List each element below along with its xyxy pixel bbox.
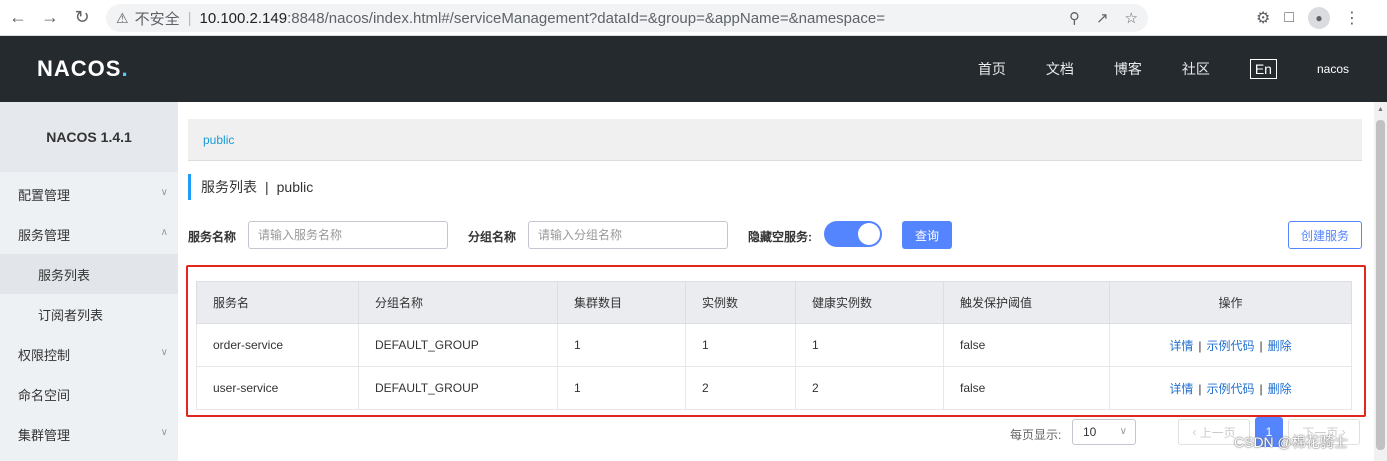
- extensions-icon[interactable]: ⚙: [1256, 8, 1270, 28]
- cell-cluster-count: 1: [557, 366, 686, 410]
- profile-avatar-icon[interactable]: ●: [1308, 7, 1331, 29]
- group-name-label: 分组名称: [468, 230, 517, 244]
- cell-actions: 详情 | 示例代码 | 删除: [1109, 323, 1352, 367]
- url-host: 10.100.2.149: [199, 9, 288, 27]
- cell-instance-count: 2: [685, 366, 796, 410]
- nacos-logo[interactable]: NACOS.: [37, 56, 129, 82]
- nav-blog[interactable]: 博客: [1114, 59, 1142, 79]
- app-header: NACOS. 首页 文档 博客 社区 En nacos: [0, 36, 1387, 102]
- nav-community[interactable]: 社区: [1182, 59, 1210, 79]
- top-nav: 首页 文档 博客 社区 En nacos: [978, 36, 1387, 102]
- sidebar-item-service[interactable]: 服务管理 ∧: [0, 214, 178, 254]
- chevron-down-icon: ∨: [160, 187, 168, 198]
- col-healthy-count: 健康实例数: [795, 281, 944, 324]
- scroll-thumb[interactable]: [1376, 120, 1385, 450]
- forward-icon[interactable]: →: [36, 4, 64, 32]
- cell-group-name: DEFAULT_GROUP: [358, 323, 558, 367]
- address-bar[interactable]: ⚠ 不安全 | 10.100.2.149 :8848/nacos/index.h…: [106, 4, 1148, 32]
- col-actions: 操作: [1109, 281, 1352, 324]
- filter-bar: 服务名称 分组名称 隐藏空服务: 查询 创建服务: [188, 221, 1362, 251]
- sidebar-item-service-list[interactable]: 服务列表: [0, 254, 178, 294]
- toggle-knob: [858, 223, 880, 245]
- nav-docs[interactable]: 文档: [1046, 59, 1074, 79]
- service-table: 服务名 分组名称 集群数目 实例数 健康实例数 触发保护阈值 操作 order-…: [196, 281, 1352, 410]
- back-icon[interactable]: ←: [4, 4, 32, 32]
- nav-home[interactable]: 首页: [978, 59, 1006, 79]
- sidebar-item-config[interactable]: 配置管理 ∨: [0, 174, 178, 214]
- bookmark-star-icon[interactable]: ☆: [1125, 9, 1138, 27]
- cell-actions: 详情 | 示例代码 | 删除: [1109, 366, 1352, 410]
- menu-kebab-icon[interactable]: ⋮: [1344, 8, 1360, 28]
- sidebar-item-cluster[interactable]: 集群管理 ∨: [0, 414, 178, 454]
- detail-link[interactable]: 详情: [1169, 382, 1193, 396]
- cell-healthy-count: 1: [795, 323, 944, 367]
- user-name[interactable]: nacos: [1317, 62, 1349, 76]
- hide-empty-toggle[interactable]: [824, 221, 882, 247]
- chevron-down-icon: ∨: [160, 347, 168, 358]
- address-separator: |: [187, 9, 192, 27]
- service-name-label: 服务名称: [188, 230, 237, 244]
- insecure-label: 不安全: [134, 10, 180, 28]
- page-size-label: 每页显示:: [1010, 428, 1062, 442]
- cell-service-name: order-service: [196, 323, 359, 367]
- service-name-input[interactable]: [248, 221, 448, 249]
- cell-instance-count: 1: [685, 323, 796, 367]
- hide-empty-label: 隐藏空服务:: [748, 230, 812, 244]
- namespace-public-link[interactable]: public: [203, 133, 234, 147]
- language-switch[interactable]: En: [1249, 59, 1277, 79]
- sidebar-item-subscriber-list[interactable]: 订阅者列表: [0, 294, 178, 334]
- chevron-down-icon: ∨: [1119, 426, 1127, 437]
- cell-group-name: DEFAULT_GROUP: [358, 366, 558, 410]
- sidebar-item-permission[interactable]: 权限控制 ∨: [0, 334, 178, 374]
- table-row: user-service DEFAULT_GROUP 1 2 2 false 详…: [196, 366, 1352, 410]
- namespace-breadcrumb: public: [188, 119, 1362, 161]
- cell-service-name: user-service: [196, 366, 359, 410]
- col-group-name: 分组名称: [358, 281, 558, 324]
- scroll-up-icon[interactable]: ▲: [1377, 106, 1384, 113]
- col-cluster-count: 集群数目: [557, 281, 686, 324]
- group-name-input[interactable]: [528, 221, 728, 249]
- delete-link[interactable]: 删除: [1268, 382, 1292, 396]
- col-protect-threshold: 触发保护阈值: [943, 281, 1110, 324]
- chevron-up-icon: ∧: [160, 227, 168, 238]
- service-table-highlight: 服务名 分组名称 集群数目 实例数 健康实例数 触发保护阈值 操作 order-…: [186, 265, 1366, 417]
- page-size-select[interactable]: 10 ∨: [1072, 419, 1136, 445]
- key-icon[interactable]: ⚲: [1069, 9, 1080, 27]
- create-service-button[interactable]: 创建服务: [1288, 221, 1362, 249]
- share-icon[interactable]: ↗: [1096, 9, 1109, 27]
- cell-protect-threshold: false: [943, 323, 1110, 367]
- warning-icon: ⚠: [116, 9, 129, 26]
- table-header-row: 服务名 分组名称 集群数目 实例数 健康实例数 触发保护阈值 操作: [196, 281, 1352, 324]
- sidebar-item-namespace[interactable]: 命名空间: [0, 374, 178, 414]
- cell-cluster-count: 1: [557, 323, 686, 367]
- main-content: public 服务列表 | public 服务名称 分组名称 隐藏空服务: 查询…: [186, 102, 1366, 461]
- sidebar-title: NACOS 1.4.1: [0, 102, 178, 172]
- chevron-left-icon: ‹: [1192, 425, 1200, 439]
- page-title: 服务列表 | public: [188, 174, 313, 200]
- csdn-watermark: CSDN @棉花骑士: [1234, 434, 1348, 450]
- table-row: order-service DEFAULT_GROUP 1 1 1 false …: [196, 323, 1352, 367]
- page-scrollbar[interactable]: ▲: [1374, 102, 1387, 461]
- query-button[interactable]: 查询: [902, 221, 952, 249]
- pagination: 每页显示: 10 ∨ ‹ 上一页 1 下一页 ›: [188, 417, 1362, 447]
- col-service-name: 服务名: [196, 281, 359, 324]
- browser-toolbar: ← → ↻ ⚠ 不安全 | 10.100.2.149 :8848/nacos/i…: [0, 0, 1387, 36]
- sidebar: NACOS 1.4.1 配置管理 ∨ 服务管理 ∧ 服务列表 订阅者列表 权限控…: [0, 102, 178, 461]
- cell-protect-threshold: false: [943, 366, 1110, 410]
- url-path: :8848/nacos/index.html#/serviceManagemen…: [287, 9, 885, 27]
- delete-link[interactable]: 删除: [1268, 339, 1292, 353]
- col-instance-count: 实例数: [685, 281, 796, 324]
- chevron-down-icon: ∨: [160, 427, 168, 438]
- detail-link[interactable]: 详情: [1169, 339, 1193, 353]
- sample-code-link[interactable]: 示例代码: [1206, 339, 1254, 353]
- side-panel-icon[interactable]: □: [1284, 9, 1294, 27]
- reload-icon[interactable]: ↻: [68, 4, 96, 32]
- sample-code-link[interactable]: 示例代码: [1206, 382, 1254, 396]
- cell-healthy-count: 2: [795, 366, 944, 410]
